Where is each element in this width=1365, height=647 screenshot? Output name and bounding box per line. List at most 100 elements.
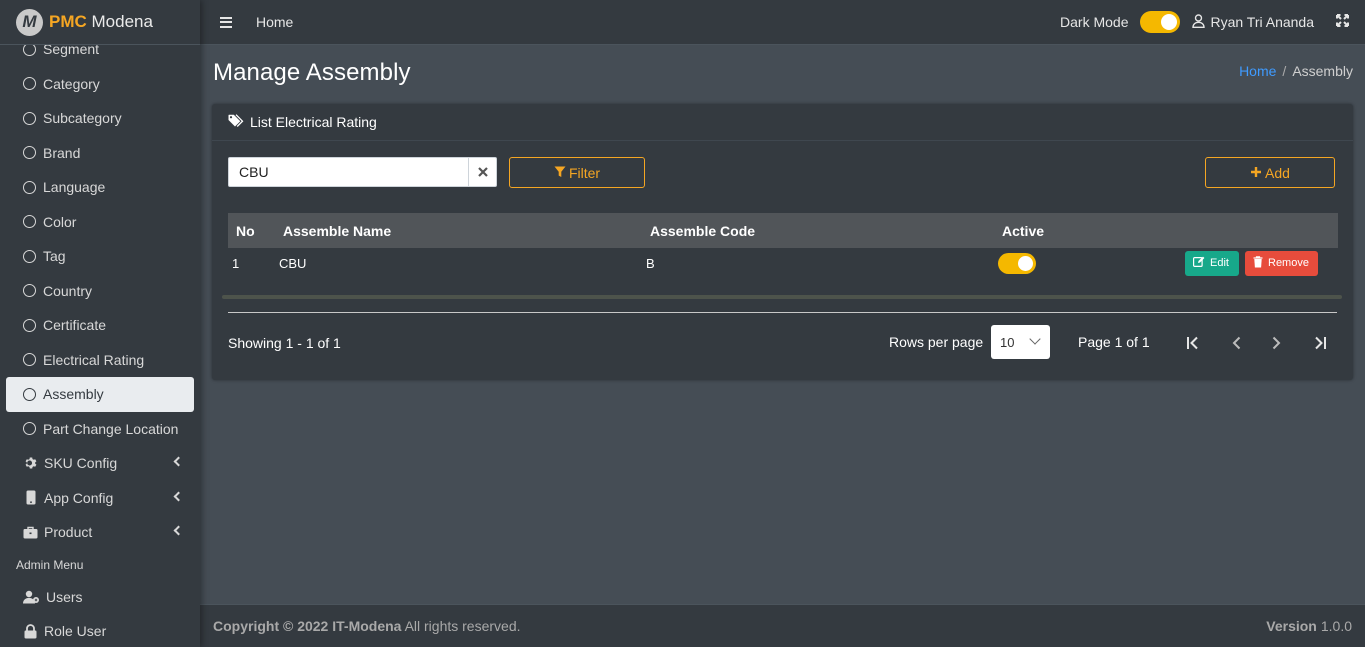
sidebar-item-label: Tag bbox=[43, 248, 66, 265]
gear-icon bbox=[23, 456, 38, 471]
sidebar-item-tag[interactable]: Tag bbox=[6, 239, 194, 274]
sidebar-item-label: Product bbox=[44, 524, 93, 541]
clear-search-icon[interactable] bbox=[468, 158, 496, 186]
cell-active bbox=[994, 248, 1174, 278]
sidebar-item-label: Part Change Location bbox=[43, 420, 179, 437]
page-info: Page 1 of 1 bbox=[1078, 334, 1150, 350]
sidebar-item-label: Category bbox=[43, 75, 100, 92]
plus-icon bbox=[1250, 165, 1265, 181]
next-page-icon[interactable] bbox=[1266, 333, 1286, 353]
sidebar-item-app-config[interactable]: App Config bbox=[6, 481, 194, 516]
chevron-left-icon bbox=[173, 525, 184, 536]
active-toggle[interactable] bbox=[998, 252, 1036, 274]
users-icon bbox=[23, 589, 40, 604]
circle-icon bbox=[23, 180, 36, 194]
column-header-assemble-name[interactable]: Assemble Name bbox=[275, 213, 642, 248]
assembly-table: No Assemble Name Assemble Code Active 1 … bbox=[228, 213, 1338, 278]
copyright: Copyright © 2022 IT-Modena All rights re… bbox=[213, 618, 521, 634]
page-footer: Copyright © 2022 IT-Modena All rights re… bbox=[200, 604, 1365, 647]
hamburger-menu-icon[interactable] bbox=[220, 16, 232, 28]
sidebar-item-label: Color bbox=[43, 213, 77, 230]
sidebar-item-label: App Config bbox=[44, 489, 114, 506]
circle-icon bbox=[23, 422, 36, 436]
cell-actions: Edit Remove bbox=[1174, 248, 1338, 278]
dark-mode-toggle[interactable] bbox=[1140, 11, 1181, 33]
page-title: Manage Assembly bbox=[213, 59, 411, 86]
sidebar-item-users[interactable]: Users bbox=[6, 580, 194, 615]
search-box bbox=[228, 157, 497, 187]
mobile-icon bbox=[23, 490, 38, 505]
main-content: Manage Assembly Home / Assembly List Elect… bbox=[200, 45, 1365, 604]
remove-button-label: Remove bbox=[1268, 257, 1309, 269]
table-row: 1 CBU B Edit Remove bbox=[228, 248, 1338, 278]
sidebar-item-product[interactable]: Product bbox=[6, 515, 194, 550]
rows-per-page-label: Rows per page bbox=[889, 334, 984, 350]
breadcrumb-home-link[interactable]: Home bbox=[1239, 63, 1276, 79]
sidebar-item-label: SKU Config bbox=[44, 455, 118, 472]
add-button[interactable]: Add bbox=[1205, 157, 1335, 188]
filter-button-label: Filter bbox=[568, 164, 601, 181]
sidebar-item-role-user[interactable]: Role User bbox=[6, 614, 194, 647]
sidebar-item-electrical-rating[interactable]: Electrical Rating bbox=[6, 343, 194, 378]
dark-mode-label: Dark Mode bbox=[1060, 14, 1129, 30]
last-page-icon[interactable] bbox=[1309, 333, 1329, 353]
sidebar-item-label: Users bbox=[46, 588, 83, 605]
sidebar-nav: Segment Category Subcategory Brand Langu… bbox=[6, 32, 194, 647]
breadcrumb: Home / Assembly bbox=[1239, 63, 1353, 79]
circle-icon bbox=[23, 146, 36, 160]
table-footer-divider bbox=[228, 312, 1337, 313]
sidebar-item-label: Role User bbox=[44, 623, 107, 640]
sidebar-item-brand[interactable]: Brand bbox=[6, 136, 194, 171]
showing-count: Showing 1 - 1 of 1 bbox=[228, 335, 341, 351]
sidebar-item-color[interactable]: Color bbox=[6, 205, 194, 240]
column-header-no[interactable]: No bbox=[228, 213, 275, 248]
sidebar-item-certificate[interactable]: Certificate bbox=[6, 308, 194, 343]
sidebar-item-label: Certificate bbox=[43, 317, 107, 334]
first-page-icon[interactable] bbox=[1184, 333, 1204, 353]
previous-page-icon[interactable] bbox=[1227, 333, 1247, 353]
sidebar: M PMC Modena Segment Category Subcategor… bbox=[0, 0, 200, 647]
sidebar-item-country[interactable]: Country bbox=[6, 274, 194, 309]
remove-button[interactable]: Remove bbox=[1245, 250, 1318, 276]
brand[interactable]: M PMC Modena bbox=[0, 0, 200, 45]
rows-per-page-value: 10 bbox=[1000, 334, 1015, 350]
briefcase-icon bbox=[23, 525, 38, 540]
search-input[interactable] bbox=[229, 158, 468, 186]
sidebar-item-subcategory[interactable]: Subcategory bbox=[6, 101, 194, 136]
chevron-left-icon bbox=[173, 491, 184, 501]
circle-icon bbox=[23, 77, 36, 91]
column-header-active[interactable]: Active bbox=[994, 213, 1174, 248]
tags-icon bbox=[228, 113, 245, 131]
edit-button[interactable]: Edit bbox=[1185, 250, 1239, 276]
topbar: Home Dark Mode Ryan Tri Ananda bbox=[200, 0, 1365, 45]
add-button-label: Add bbox=[1265, 164, 1290, 181]
brand-name: PMC Modena bbox=[49, 12, 153, 32]
rows-per-page-select[interactable]: 10 bbox=[991, 325, 1050, 359]
sidebar-item-language[interactable]: Language bbox=[6, 170, 194, 205]
cell-no: 1 bbox=[232, 255, 240, 271]
sidebar-item-category[interactable]: Category bbox=[6, 67, 194, 102]
sidebar-item-label: Brand bbox=[43, 144, 81, 161]
list-card: List Electrical Rating Filter Add No bbox=[212, 104, 1353, 380]
version-value: 1.0.0 bbox=[1320, 618, 1352, 634]
circle-icon bbox=[23, 215, 36, 229]
fullscreen-expand-icon[interactable] bbox=[1336, 14, 1349, 30]
horizontal-scrollbar[interactable] bbox=[222, 295, 1342, 299]
sidebar-item-sku-config[interactable]: SKU Config bbox=[6, 446, 194, 481]
cell-assemble-name: CBU bbox=[279, 255, 307, 271]
circle-icon bbox=[23, 249, 36, 263]
sidebar-item-label: Language bbox=[43, 179, 106, 196]
sidebar-item-part-change-location[interactable]: Part Change Location bbox=[6, 412, 194, 447]
card-title: List Electrical Rating bbox=[250, 114, 377, 130]
user-menu[interactable]: Ryan Tri Ananda bbox=[1192, 13, 1314, 31]
sidebar-item-label: Subcategory bbox=[43, 110, 122, 127]
sidebar-item-assembly[interactable]: Assembly bbox=[6, 377, 194, 412]
circle-icon bbox=[23, 284, 36, 298]
filter-button[interactable]: Filter bbox=[509, 157, 645, 188]
column-header-assemble-code[interactable]: Assemble Code bbox=[642, 213, 994, 248]
top-home-link[interactable]: Home bbox=[256, 14, 293, 30]
chevron-left-icon bbox=[173, 456, 184, 467]
circle-icon bbox=[23, 353, 36, 367]
trash-icon bbox=[1253, 255, 1268, 271]
brand-name-bold: PMC bbox=[49, 12, 87, 31]
